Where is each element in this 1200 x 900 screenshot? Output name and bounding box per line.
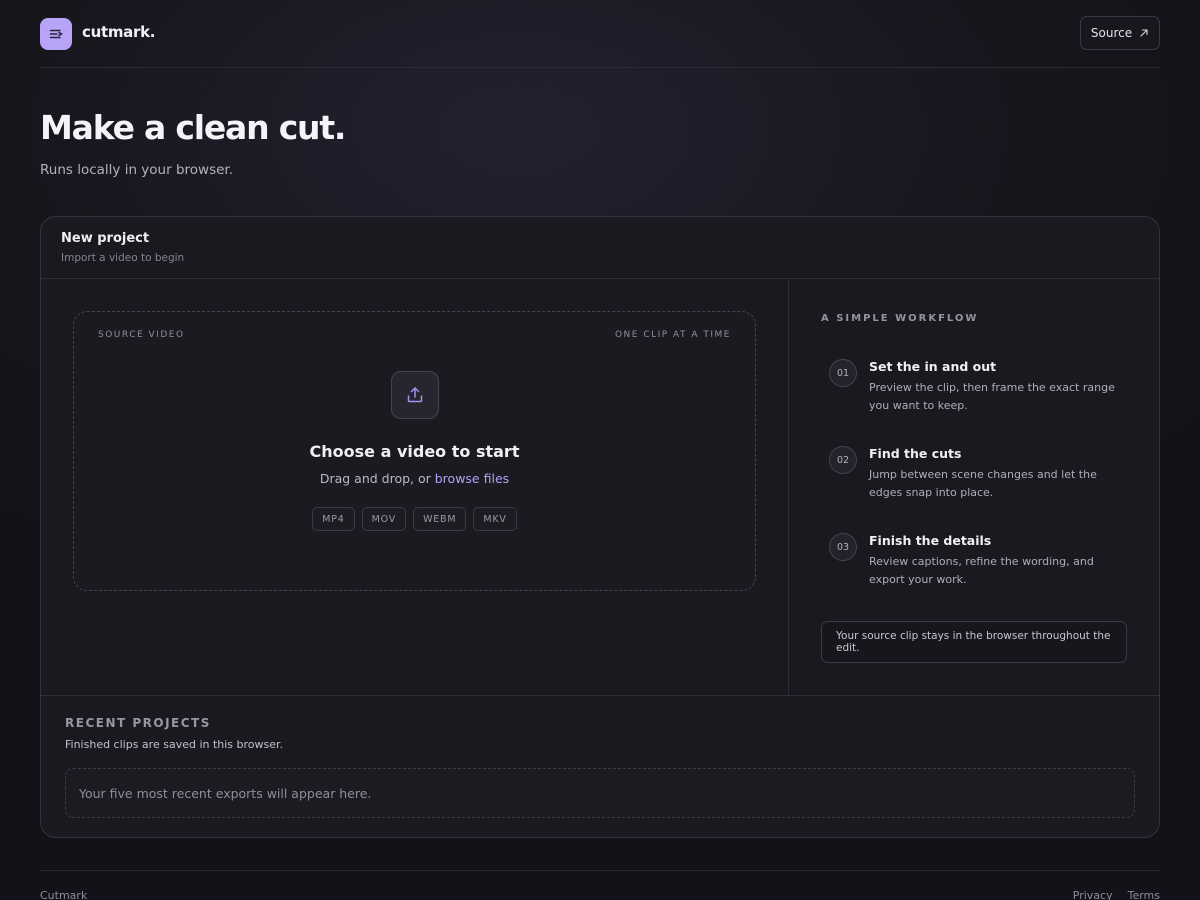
format-badge: WEBM [413, 507, 467, 531]
panel-subtitle: Import a video to begin [61, 252, 185, 264]
dropzone-label-left: SOURCE VIDEO [98, 330, 185, 340]
step-title: Find the cuts [869, 446, 962, 461]
format-badge: MKV [473, 507, 517, 531]
format-badge: MP4 [312, 507, 355, 531]
recent-projects-empty-state: Your five most recent exports will appea… [65, 768, 1135, 818]
panel-header: New project Import a video to begin [41, 217, 1159, 279]
step-number: 03 [829, 533, 857, 561]
workflow-sidebar: A SIMPLE WORKFLOW 01 Set the in and out … [789, 279, 1159, 695]
workflow-title: A SIMPLE WORKFLOW [821, 313, 979, 324]
recent-projects-subtitle: Finished clips are saved in this browser… [65, 738, 284, 751]
recent-projects-section: RECENT PROJECTS Finished clips are saved… [41, 695, 1159, 837]
panel-title: New project [61, 231, 150, 246]
dropzone-prompt-text: Drag and drop, or [319, 471, 431, 486]
brand-name[interactable]: cutmark. [82, 23, 155, 41]
video-dropzone[interactable]: SOURCE VIDEO ONE CLIP AT A TIME Choose a… [73, 311, 756, 591]
footer-brand: Cutmark [40, 889, 88, 900]
format-list: MP4 MOV WEBM MKV [74, 507, 755, 531]
step-description: Preview the clip, then frame the exact r… [869, 381, 1115, 412]
upload-button[interactable] [391, 371, 439, 419]
top-header: cutmark. Source [40, 0, 1160, 68]
step-number: 02 [829, 446, 857, 474]
footer-links: Privacy Terms [1073, 889, 1160, 900]
step-description: Jump between scene changes and let the e… [869, 468, 1097, 499]
page-title: Make a clean cut. [40, 108, 346, 147]
terms-link[interactable]: Terms [1128, 889, 1160, 900]
external-arrow-icon [1140, 29, 1148, 37]
browse-files-link[interactable]: browse files [435, 471, 509, 486]
dropzone-title: Choose a video to start [309, 442, 520, 461]
step-number: 01 [829, 359, 857, 387]
step-description: Review captions, refine the wording, and… [869, 555, 1094, 586]
page-subtitle: Runs locally in your browser. [40, 162, 234, 178]
logo-badge[interactable] [40, 18, 72, 50]
source-button[interactable]: Source [1080, 16, 1160, 50]
format-badge: MOV [361, 507, 407, 531]
upload-icon [407, 387, 423, 403]
dropzone-prompt: Drag and drop, or browse files [74, 471, 755, 486]
page-footer: Cutmark Privacy Terms [40, 870, 1160, 900]
privacy-link[interactable]: Privacy [1073, 889, 1113, 900]
step-title: Finish the details [869, 533, 992, 548]
step-title: Set the in and out [869, 359, 997, 374]
recent-projects-title: RECENT PROJECTS [65, 716, 211, 730]
import-area: SOURCE VIDEO ONE CLIP AT A TIME Choose a… [41, 279, 789, 695]
new-project-panel: New project Import a video to begin SOUR… [40, 216, 1160, 838]
dropzone-label-right: ONE CLIP AT A TIME [614, 330, 731, 340]
source-button-label: Source [1090, 26, 1133, 40]
menu-lines-icon [49, 29, 63, 39]
privacy-note: Your source clip stays in the browser th… [821, 621, 1127, 663]
